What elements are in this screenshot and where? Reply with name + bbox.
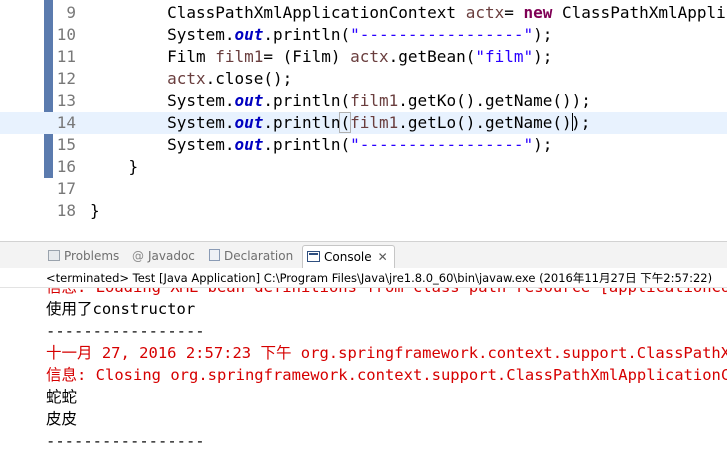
line-number: 18 bbox=[56, 201, 76, 220]
code-token: = (Film) bbox=[263, 47, 351, 66]
code-token: ); bbox=[533, 25, 553, 44]
code-token: ); bbox=[533, 47, 553, 66]
code-token: new bbox=[523, 3, 553, 22]
code-token: film1 bbox=[215, 47, 264, 66]
code-token: film1 bbox=[350, 113, 399, 132]
tab-declaration-label: Declaration bbox=[224, 249, 294, 263]
code-token: ClassPathXmlApplicationContext( bbox=[562, 3, 727, 22]
view-tab-bar: Problems @ Javadoc Declaration Console ✕ bbox=[0, 241, 727, 269]
line-number: 10 bbox=[56, 25, 76, 44]
code-token: "-----------------" bbox=[350, 135, 534, 154]
console-line: 皮皮 bbox=[46, 410, 78, 428]
line-number: 15 bbox=[56, 135, 76, 154]
code-token: ); bbox=[571, 113, 591, 132]
tab-javadoc-label: Javadoc bbox=[148, 249, 195, 263]
code-line[interactable]: 16 } bbox=[0, 156, 727, 178]
code-line[interactable]: 11 Film film1= (Film) actx.getBean("film… bbox=[0, 46, 727, 68]
code-editor[interactable]: 9 ClassPathXmlApplicationContext actx= n… bbox=[0, 0, 727, 234]
code-token: .getBean( bbox=[388, 47, 476, 66]
code-token: actx bbox=[167, 69, 206, 88]
code-token: Film bbox=[90, 47, 216, 66]
code-line[interactable]: 10 System.out.println("-----------------… bbox=[0, 24, 727, 46]
code-token: ClassPathXmlApplicationContext bbox=[90, 3, 466, 22]
code-token: System. bbox=[90, 113, 235, 132]
code-token: out bbox=[234, 135, 264, 154]
code-text[interactable]: System.out.println(film1.getKo().getName… bbox=[90, 90, 591, 112]
line-number: 12 bbox=[56, 69, 76, 88]
problems-icon bbox=[48, 250, 60, 261]
code-line[interactable]: 12 actx.close(); bbox=[0, 68, 727, 90]
console-line: ----------------- bbox=[46, 322, 205, 340]
console-line: ----------------- bbox=[46, 432, 205, 450]
tab-javadoc[interactable]: @ Javadoc bbox=[132, 245, 195, 267]
code-token: .println bbox=[263, 113, 341, 132]
code-token: = bbox=[504, 3, 524, 22]
code-text[interactable]: ClassPathXmlApplicationContext actx= new… bbox=[90, 2, 727, 24]
code-token: } bbox=[90, 201, 100, 220]
console-view[interactable]: 信息: Loading XML bean definitions from cl… bbox=[0, 268, 727, 454]
code-token: "film" bbox=[475, 47, 534, 66]
code-token: "-----------------" bbox=[350, 25, 534, 44]
code-token: } bbox=[90, 157, 139, 176]
line-number: 14 bbox=[56, 113, 76, 132]
code-token: System. bbox=[90, 91, 235, 110]
code-text[interactable]: System.out.println(film1.getLo().getName… bbox=[90, 112, 590, 134]
console-line: 蛇蛇 bbox=[46, 388, 78, 406]
code-token: out bbox=[234, 113, 264, 132]
line-number: 13 bbox=[56, 91, 76, 110]
code-text[interactable]: actx.close(); bbox=[90, 68, 292, 90]
code-token: System. bbox=[90, 25, 235, 44]
code-line[interactable]: 15 System.out.println("-----------------… bbox=[0, 134, 727, 156]
code-line[interactable]: 14 System.out.println(film1.getLo().getN… bbox=[0, 112, 727, 134]
code-text[interactable]: Film film1= (Film) actx.getBean("film"); bbox=[90, 46, 552, 68]
code-line[interactable]: 13 System.out.println(film1.getKo().getN… bbox=[0, 90, 727, 112]
line-number: 16 bbox=[56, 157, 76, 176]
tab-problems-label: Problems bbox=[64, 249, 120, 263]
code-token: actx bbox=[465, 3, 505, 22]
code-token: .println( bbox=[263, 91, 351, 110]
console-line: 使用了constructor bbox=[46, 300, 196, 318]
code-text[interactable]: System.out.println("-----------------"); bbox=[90, 134, 552, 156]
code-token: .close(); bbox=[205, 69, 293, 88]
declaration-icon bbox=[209, 249, 220, 261]
javadoc-icon: @ bbox=[132, 249, 144, 263]
line-number: 11 bbox=[56, 47, 76, 66]
console-line: 十一月 27, 2016 2:57:23 下午 org.springframew… bbox=[46, 344, 727, 362]
code-token: ); bbox=[533, 135, 553, 154]
console-line: 信息: Closing org.springframework.context.… bbox=[46, 366, 727, 384]
close-icon[interactable]: ✕ bbox=[378, 250, 388, 264]
code-token: .println( bbox=[263, 135, 351, 154]
code-token: out bbox=[234, 25, 264, 44]
tab-declaration[interactable]: Declaration bbox=[209, 245, 293, 267]
console-icon bbox=[307, 251, 320, 262]
code-text[interactable]: } bbox=[90, 156, 139, 178]
code-token: out bbox=[234, 91, 264, 110]
code-line[interactable]: 18} bbox=[0, 200, 727, 222]
tab-console-label: Console bbox=[324, 250, 372, 264]
code-line[interactable]: 9 ClassPathXmlApplicationContext actx= n… bbox=[0, 2, 727, 24]
code-token: .getKo().getName()); bbox=[398, 91, 591, 110]
tab-problems[interactable]: Problems bbox=[48, 245, 119, 267]
code-token: .getLo().getName() bbox=[398, 113, 572, 132]
code-line[interactable]: 17 bbox=[0, 178, 727, 200]
tab-console[interactable]: Console ✕ bbox=[302, 245, 395, 268]
line-number: 17 bbox=[56, 179, 76, 198]
code-token: .println( bbox=[263, 25, 351, 44]
line-number: 9 bbox=[66, 3, 76, 22]
code-token: film1 bbox=[350, 91, 399, 110]
code-text[interactable]: } bbox=[90, 200, 100, 222]
code-token: System. bbox=[90, 135, 235, 154]
code-text[interactable]: System.out.println("-----------------"); bbox=[90, 24, 552, 46]
code-token: ( bbox=[339, 112, 352, 133]
code-token: actx bbox=[350, 47, 389, 66]
console-status-line: <terminated> Test [Java Application] C:\… bbox=[0, 268, 727, 288]
